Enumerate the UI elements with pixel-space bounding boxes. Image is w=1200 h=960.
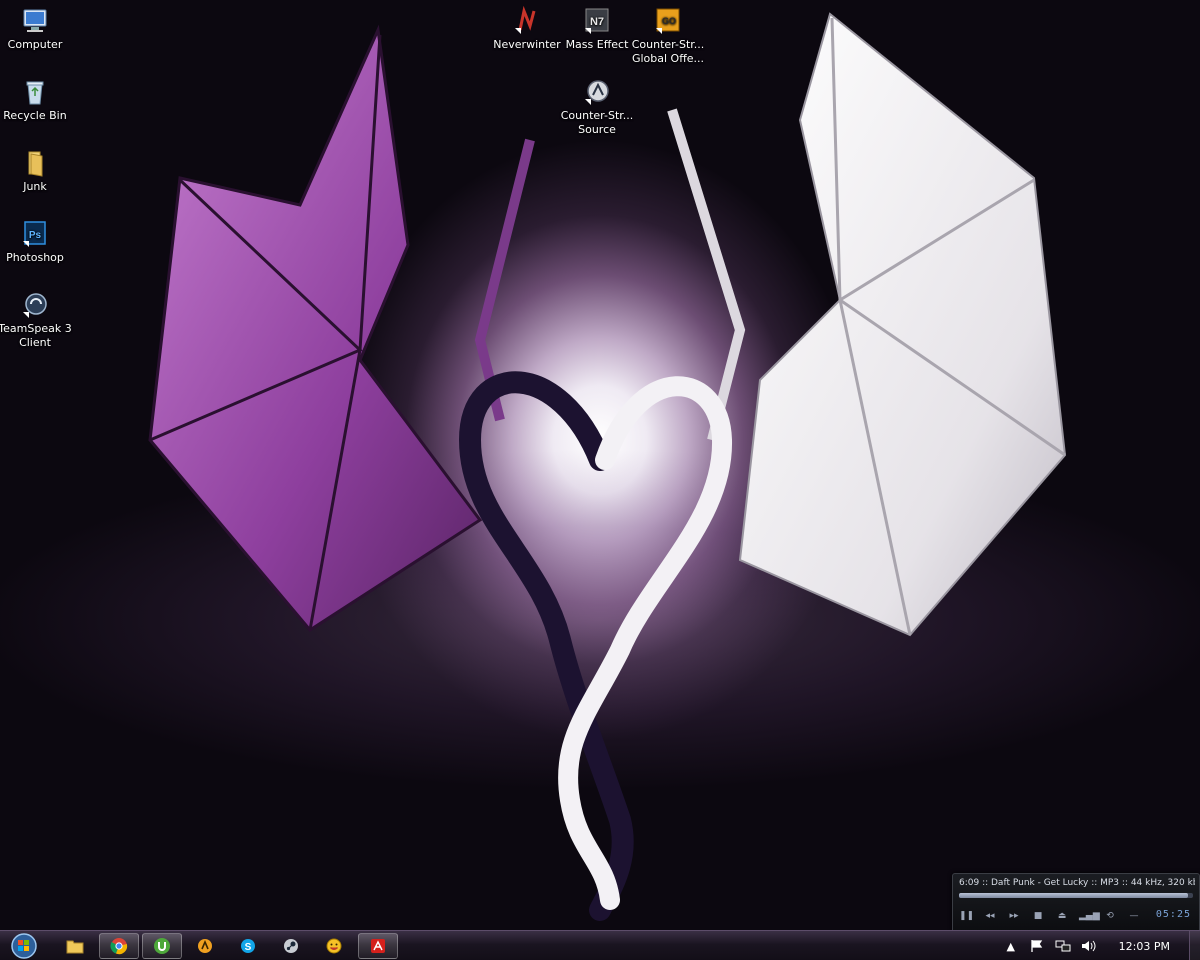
desktop-icon-recycle-bin[interactable]: Recycle Bin	[0, 77, 73, 123]
desktop-icon-neverwinter[interactable]: Neverwinter	[489, 6, 565, 52]
taskbar-explorer-button[interactable]	[56, 933, 94, 959]
skype-icon: S	[241, 939, 255, 953]
taskbar-aimp-button[interactable]	[186, 933, 224, 959]
desktop-icon-mass-effect[interactable]: N7 Mass Effect	[559, 6, 635, 52]
svg-text:GO: GO	[662, 16, 676, 26]
music-player-widget[interactable]: 6:09 :: Daft Punk - Get Lucky :: MP3 :: …	[952, 873, 1200, 933]
desktop[interactable]: Computer Recycle Bin Junk Ps Photoshop T	[0, 0, 1200, 960]
desktop-icon-label: Neverwinter	[493, 38, 561, 51]
next-icon[interactable]: ▸▸	[1007, 911, 1021, 921]
previous-icon[interactable]: ◂◂	[983, 911, 997, 921]
desktop-icon-label: TeamSpeak 3 Client	[0, 322, 72, 349]
taskbar-messenger-button[interactable]	[315, 933, 353, 959]
adobe-icon	[371, 939, 385, 953]
computer-icon	[23, 9, 47, 32]
taskbar-chrome-button[interactable]	[99, 933, 139, 959]
windows-orb-icon	[11, 933, 37, 959]
taskbar-skype-button[interactable]: S	[229, 933, 267, 959]
svg-text:S: S	[245, 942, 252, 953]
svg-text:N7: N7	[590, 16, 604, 28]
desktop-icon-label: Photoshop	[6, 251, 64, 264]
equalizer-icon[interactable]: ▂▄▆	[1079, 911, 1100, 921]
mass-effect-icon: N7	[585, 8, 609, 34]
start-button[interactable]	[6, 932, 42, 960]
taskbar-utorrent-button[interactable]	[142, 933, 182, 959]
repeat-icon[interactable]: ⟲	[1103, 911, 1117, 921]
desktop-icon-label: Counter-Str... Source	[560, 109, 634, 136]
seek-bar-fill	[959, 893, 1189, 898]
svg-text:Ps: Ps	[29, 230, 42, 241]
desktop-icon-photoshop[interactable]: Ps Photoshop	[0, 219, 73, 265]
desktop-icon-label: Recycle Bin	[3, 109, 67, 122]
csgo-icon: GO	[656, 8, 680, 34]
taskbar-clock[interactable]: 12:03 PM	[1119, 940, 1170, 953]
network-icon[interactable]	[1055, 938, 1071, 954]
folder-icon	[28, 151, 43, 177]
desktop-icon-junk[interactable]: Junk	[0, 148, 73, 194]
wallpaper-dragons	[148, 12, 1067, 921]
show-hidden-icons-button[interactable]: ▲	[1003, 938, 1019, 954]
neverwinter-icon	[515, 6, 536, 34]
desktop-icon-label: Computer	[7, 38, 63, 51]
system-tray: ▲ 12:03 PM	[1003, 931, 1188, 960]
photoshop-icon: Ps	[23, 221, 46, 247]
recycle-bin-icon	[26, 81, 44, 105]
desktop-icon-label: Counter-Str... Global Offe...	[631, 38, 705, 65]
show-desktop-button[interactable]	[1189, 931, 1200, 960]
stop-icon[interactable]: ■	[1031, 911, 1045, 921]
utorrent-icon	[154, 938, 170, 954]
desktop-icon-csgo[interactable]: GO Counter-Str... Global Offe...	[630, 6, 706, 66]
chrome-icon	[110, 938, 128, 955]
volume-icon[interactable]	[1081, 938, 1097, 954]
teamspeak-icon	[23, 293, 47, 318]
pause-icon[interactable]: ❚❚	[959, 911, 974, 921]
volume-slider[interactable]: —	[1127, 911, 1141, 921]
taskbar-adobe-button[interactable]	[358, 933, 398, 959]
taskbar-steam-button[interactable]	[272, 933, 310, 959]
steam-icon	[284, 939, 298, 953]
action-center-flag-icon[interactable]	[1029, 938, 1045, 954]
folder-icon	[66, 940, 84, 954]
eject-icon[interactable]: ⏏	[1055, 911, 1069, 921]
css-icon	[585, 80, 609, 105]
taskbar: S ▲ 12:03 PM	[0, 930, 1200, 960]
desktop-icon-computer[interactable]: Computer	[0, 6, 73, 52]
seek-bar[interactable]	[959, 893, 1193, 898]
desktop-icon-label: Mass Effect	[565, 38, 629, 51]
desktop-icon-css[interactable]: Counter-Str... Source	[559, 77, 635, 137]
desktop-icon-label: Junk	[23, 180, 47, 193]
playback-time: 05:25	[1155, 909, 1191, 920]
now-playing-text: 6:09 :: Daft Punk - Get Lucky :: MP3 :: …	[959, 878, 1195, 888]
desktop-icon-teamspeak[interactable]: TeamSpeak 3 Client	[0, 290, 73, 350]
aimp-icon	[198, 939, 212, 953]
smiley-icon	[326, 938, 342, 954]
